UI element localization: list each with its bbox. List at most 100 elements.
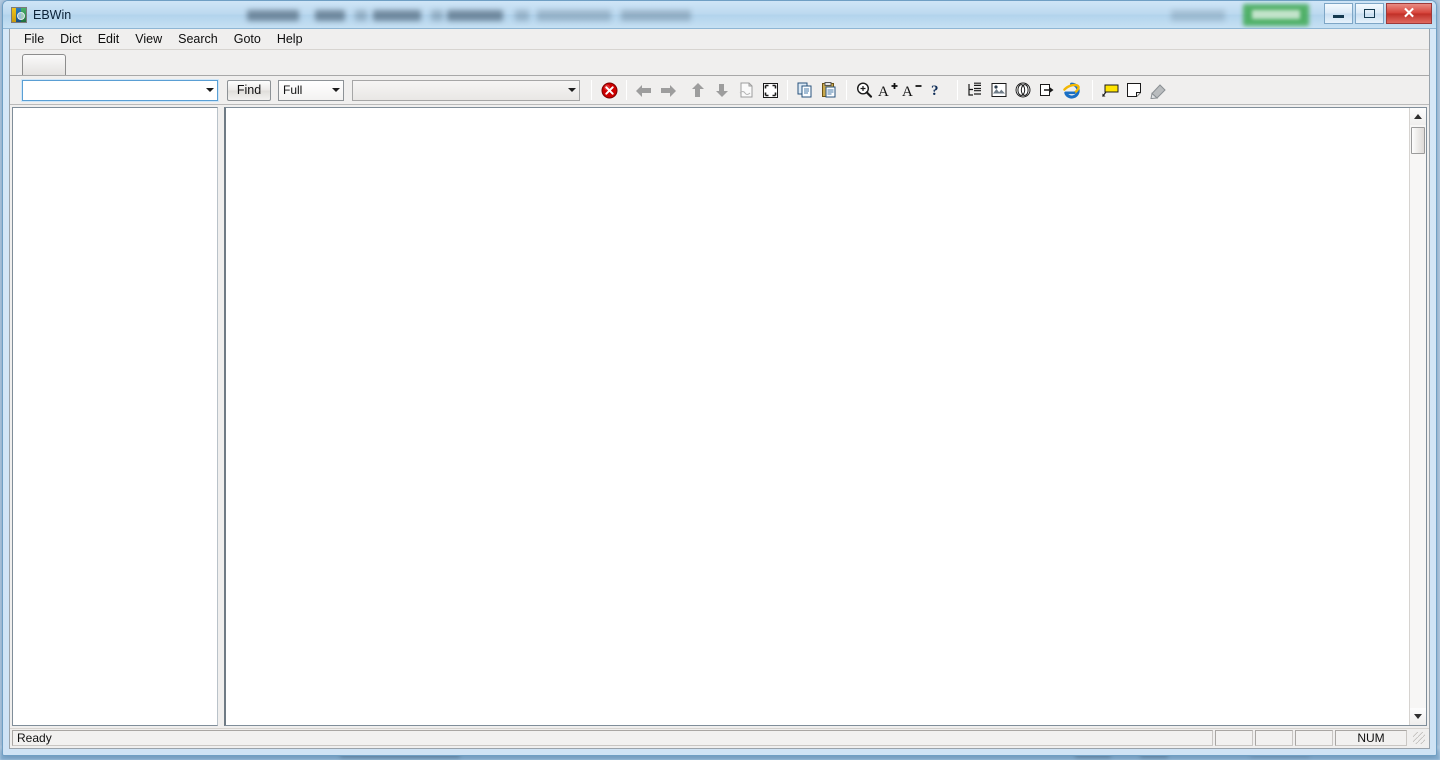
status-cell-3	[1295, 730, 1333, 746]
fullscreen-icon	[762, 82, 778, 98]
window-controls: ✕	[1324, 3, 1432, 24]
background-ghost-text-8	[537, 10, 611, 21]
tab-strip	[10, 50, 1429, 76]
external-link-icon	[1040, 84, 1054, 96]
outline-button[interactable]	[963, 79, 987, 102]
sound-button[interactable]	[1011, 79, 1035, 102]
scrollbar-thumb[interactable]	[1411, 127, 1425, 154]
sound-icon	[1015, 82, 1031, 98]
svg-text:A: A	[902, 84, 913, 99]
svg-text:A: A	[878, 84, 889, 99]
find-button[interactable]: Find	[227, 79, 271, 101]
tab-document-1[interactable]	[22, 54, 66, 75]
word-list-pane[interactable]	[12, 107, 218, 726]
chevron-up-icon	[1414, 114, 1422, 119]
definition-pane[interactable]	[224, 107, 1427, 726]
menu-help[interactable]: Help	[269, 30, 311, 48]
toolbar-separator	[1092, 80, 1093, 100]
magnifier-icon	[856, 82, 873, 98]
page-button[interactable]	[734, 79, 758, 102]
font-increase-button[interactable]: A	[876, 79, 900, 102]
toolbar-separator	[787, 80, 788, 100]
status-cell-2	[1255, 730, 1293, 746]
toolbar-separator	[846, 80, 847, 100]
menu-view[interactable]: View	[127, 30, 170, 48]
internet-explorer-icon	[1062, 82, 1080, 99]
menu-goto[interactable]: Goto	[226, 30, 269, 48]
arrow-down-icon	[714, 83, 730, 97]
svg-text:?: ?	[931, 83, 939, 99]
question-mark-icon: ?	[931, 83, 939, 99]
arrow-right-icon	[660, 83, 676, 97]
note-icon	[1127, 83, 1141, 97]
background-ghost-text-3	[355, 10, 367, 21]
scrollbar-track[interactable]	[1410, 125, 1426, 708]
background-ghost-text-6	[447, 10, 503, 21]
vertical-scrollbar[interactable]	[1409, 108, 1426, 725]
font-decrease-button[interactable]: A	[900, 79, 924, 102]
image-button[interactable]	[987, 79, 1011, 102]
external-button[interactable]	[1035, 79, 1059, 102]
copy-icon	[797, 82, 812, 98]
main-area	[10, 105, 1429, 728]
dictionary-select[interactable]	[352, 79, 580, 101]
chevron-down-icon[interactable]	[332, 88, 340, 92]
back-button[interactable]	[632, 79, 656, 102]
paste-button[interactable]	[817, 79, 841, 102]
close-icon: ✕	[1402, 5, 1416, 22]
status-message: Ready	[12, 730, 1213, 746]
application-window: EBWin ✕ File Dict Edit View Search Goto …	[2, 0, 1437, 756]
scroll-up-button[interactable]	[1410, 108, 1426, 125]
arrow-left-icon	[636, 83, 652, 97]
stop-icon	[601, 82, 617, 98]
copy-button[interactable]	[793, 79, 817, 102]
browser-button[interactable]	[1059, 79, 1083, 102]
window-title: EBWin	[33, 7, 72, 22]
stop-button[interactable]	[597, 79, 621, 102]
note-button[interactable]	[1122, 79, 1146, 102]
search-mode-select[interactable]: Full	[278, 79, 344, 101]
minimize-icon	[1333, 15, 1344, 18]
menu-dict[interactable]: Dict	[52, 30, 90, 48]
highlighter-button[interactable]	[1146, 79, 1170, 102]
fullscreen-button[interactable]	[758, 79, 782, 102]
background-ghost-text-1	[247, 10, 299, 21]
paste-icon	[822, 82, 836, 98]
background-ghost-text-7	[515, 10, 529, 21]
search-text-field[interactable]	[23, 80, 217, 100]
bookmark-button[interactable]	[1098, 79, 1122, 102]
image-icon	[991, 83, 1007, 97]
minimize-button[interactable]	[1324, 3, 1353, 24]
close-button[interactable]: ✕	[1386, 3, 1432, 24]
background-ghost-text-5	[431, 10, 443, 21]
highlighter-icon	[1149, 84, 1166, 99]
menu-search[interactable]: Search	[170, 30, 226, 48]
resize-grip[interactable]	[1409, 730, 1427, 746]
font-larger-icon: A	[878, 82, 898, 99]
search-input[interactable]	[21, 78, 219, 102]
menu-file[interactable]: File	[16, 30, 52, 48]
help-button[interactable]: ?	[924, 79, 948, 102]
status-bar: Ready NUM	[10, 728, 1429, 748]
scroll-down-button[interactable]	[1410, 708, 1426, 725]
chevron-down-icon[interactable]	[206, 88, 214, 92]
maximize-button[interactable]	[1355, 3, 1384, 24]
next-button[interactable]	[710, 79, 734, 102]
chevron-down-icon[interactable]	[568, 88, 576, 92]
previous-button[interactable]	[686, 79, 710, 102]
arrow-up-icon	[690, 83, 706, 97]
background-ghost-text-4	[373, 10, 421, 21]
title-bar[interactable]: EBWin ✕	[3, 1, 1436, 29]
font-smaller-icon: A	[902, 84, 922, 99]
menu-edit[interactable]: Edit	[90, 30, 128, 48]
background-ghost-button-label	[1252, 10, 1300, 19]
background-ghost-text-2	[315, 10, 345, 21]
book-icon	[11, 6, 27, 23]
menu-bar: File Dict Edit View Search Goto Help	[10, 29, 1429, 50]
definition-content[interactable]	[226, 108, 1409, 725]
toolbar-separator	[957, 80, 958, 100]
client-area: File Dict Edit View Search Goto Help Fin…	[9, 29, 1430, 749]
zoom-button[interactable]	[852, 79, 876, 102]
forward-button[interactable]	[656, 79, 680, 102]
background-ghost-text-9	[621, 10, 691, 21]
